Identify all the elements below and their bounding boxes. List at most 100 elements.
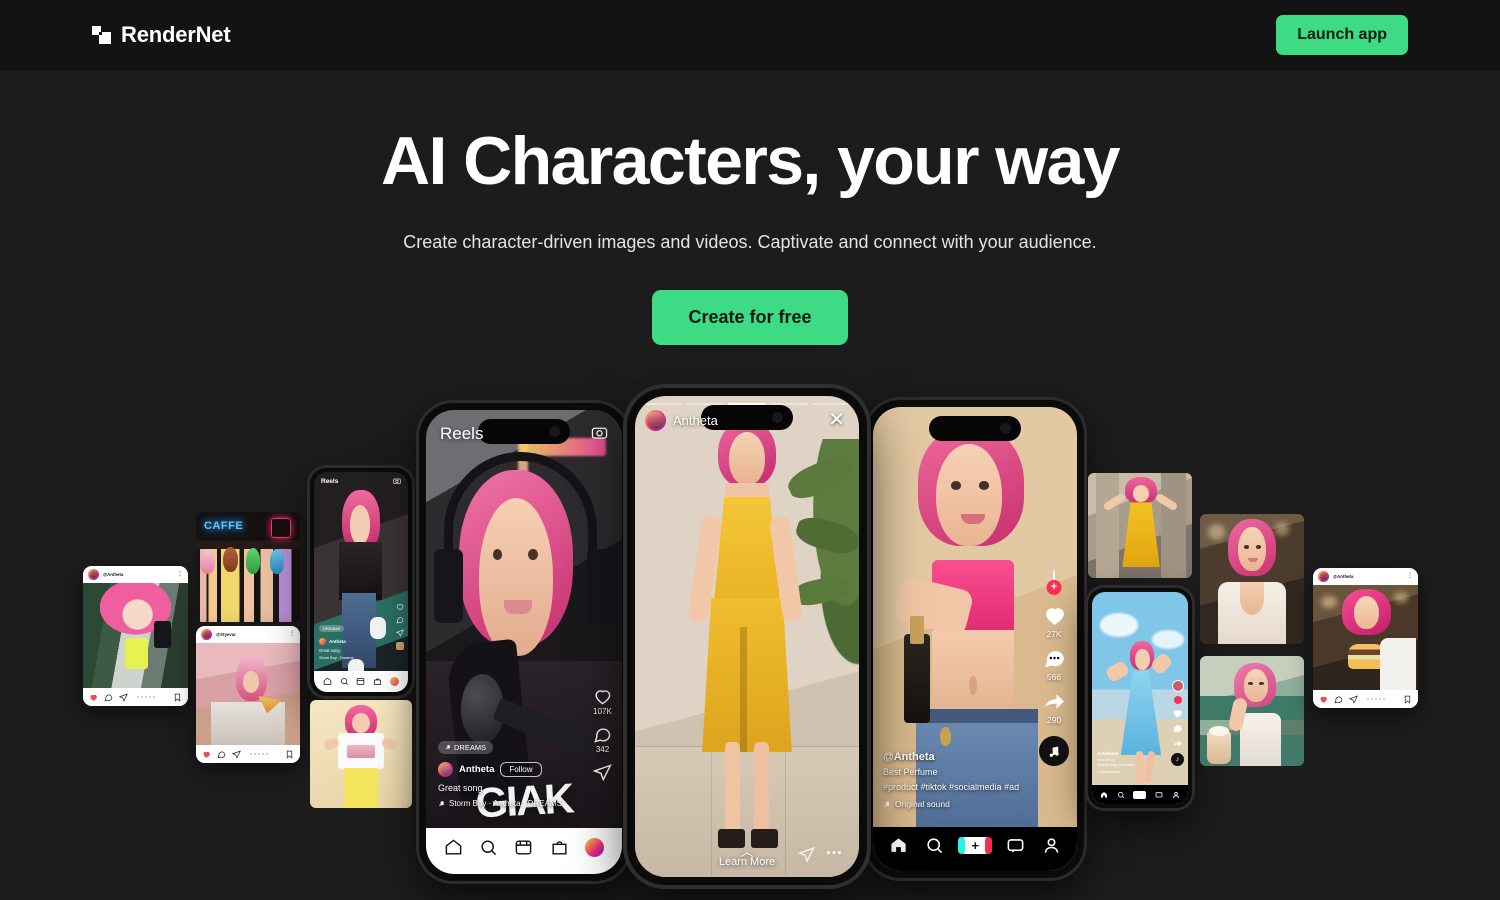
tiktok-phone[interactable]: + 27K 566 290 @Antheta Best Perfume #pro…: [866, 400, 1084, 878]
share-action[interactable]: 290: [1042, 689, 1067, 725]
comment-icon[interactable]: [396, 616, 404, 624]
heart-icon[interactable]: [593, 687, 612, 706]
instagram-bottom-nav[interactable]: [426, 828, 622, 874]
tiktok-bottom-nav[interactable]: +: [873, 827, 1077, 871]
instagram-post-card[interactable]: @Antheta ⋮: [83, 566, 188, 706]
create-for-free-button[interactable]: Create for free: [652, 290, 848, 346]
tiktok-note-icon[interactable]: [1039, 736, 1069, 766]
tiktok-sound[interactable]: Original sound: [883, 799, 1019, 809]
add-icon[interactable]: +: [957, 836, 992, 854]
tiktok-mini-phone[interactable]: ♪ @Antheta Best Song #dance #fyp #summer…: [1088, 588, 1192, 808]
profile-icon[interactable]: [1042, 836, 1061, 855]
search-icon[interactable]: [925, 836, 944, 855]
home-icon[interactable]: [323, 677, 332, 686]
heart-icon[interactable]: [202, 750, 211, 759]
instagram-post-card[interactable]: @Antheta ⋮: [1313, 568, 1418, 708]
paper-plane-icon[interactable]: [396, 629, 404, 637]
add-icon[interactable]: [1133, 790, 1147, 799]
phone-screen: + 27K 566 290 @Antheta Best Perfume #pro…: [873, 407, 1077, 871]
ellipsis-icon[interactable]: ⋮: [1407, 573, 1413, 579]
comment-action[interactable]: 342: [593, 725, 612, 754]
reels-audio-tag[interactable]: DREAMS: [438, 740, 494, 754]
story-header[interactable]: Antheta: [645, 410, 718, 431]
plus-icon[interactable]: [1173, 696, 1182, 704]
inbox-icon[interactable]: [1006, 836, 1025, 855]
paper-plane-icon[interactable]: [1349, 694, 1358, 704]
search-icon[interactable]: [479, 838, 498, 857]
photo-card[interactable]: [1200, 514, 1304, 644]
home-icon[interactable]: [444, 838, 463, 857]
paper-plane-icon[interactable]: [593, 763, 612, 782]
instagram-bottom-nav[interactable]: [314, 671, 408, 692]
search-icon[interactable]: [340, 677, 349, 686]
creator-avatar[interactable]: +: [1046, 569, 1062, 595]
reels-phone[interactable]: GIAK Reels 107K 342 DREAMS Antheta Follo…: [419, 403, 629, 881]
instagram-post-card[interactable]: @Styevar ⋮: [196, 626, 300, 763]
reels-icon[interactable]: [514, 838, 533, 857]
comment-action[interactable]: 566: [1042, 646, 1067, 682]
comment-icon[interactable]: [593, 725, 612, 744]
phone-screen: GIAK Reels 107K 342 DREAMS Antheta Follo…: [426, 410, 622, 874]
heart-icon[interactable]: [1042, 603, 1067, 628]
profile-icon[interactable]: [584, 837, 604, 857]
camera-icon[interactable]: [591, 424, 608, 441]
reels-mini-phone[interactable]: Reels DREAMS Antheta Great song Storm Bo…: [310, 468, 412, 696]
shop-icon[interactable]: [373, 677, 382, 686]
brand-logo[interactable]: RenderNet: [92, 22, 231, 48]
photo-card[interactable]: [1088, 473, 1192, 578]
learn-more-button[interactable]: ︿ Learn More: [719, 845, 775, 868]
share-arrow-icon[interactable]: [1042, 689, 1067, 714]
instagram-story-phone[interactable]: Antheta ✕ ︿ Learn More •••: [627, 388, 867, 885]
heart-icon[interactable]: [1172, 708, 1183, 719]
avatar: [645, 410, 666, 431]
share-action[interactable]: [593, 763, 612, 782]
camera-icon[interactable]: [393, 477, 401, 485]
ellipsis-icon[interactable]: ⋮: [177, 571, 183, 577]
post-username: @Antheta: [103, 572, 124, 577]
heart-icon[interactable]: [396, 603, 404, 611]
profile-icon[interactable]: [1172, 791, 1180, 799]
paper-plane-icon[interactable]: [119, 692, 128, 702]
comment-icon[interactable]: [1172, 723, 1183, 734]
paper-plane-icon[interactable]: [232, 749, 241, 759]
comment-icon[interactable]: [217, 750, 226, 759]
launch-app-button[interactable]: Launch app: [1276, 15, 1408, 55]
photo-card[interactable]: [310, 700, 412, 808]
audio-thumb-icon[interactable]: [396, 642, 404, 650]
tiktok-note-icon[interactable]: ♪: [1171, 753, 1184, 766]
reels-mini-title: Reels: [321, 478, 339, 485]
comment-icon[interactable]: [1334, 695, 1343, 704]
creator-avatar[interactable]: [1171, 680, 1184, 692]
inbox-icon[interactable]: [1155, 791, 1163, 799]
comment-icon[interactable]: [1042, 646, 1067, 671]
post-header: @Styevar ⋮: [196, 626, 300, 643]
share-arrow-icon[interactable]: [1172, 738, 1183, 749]
plus-icon[interactable]: +: [1046, 580, 1062, 595]
tiktok-hashtags[interactable]: #product #tiktok #socialmedia #ad: [883, 781, 1019, 793]
comment-icon[interactable]: [104, 693, 113, 702]
bookmark-icon[interactable]: [1403, 695, 1412, 704]
like-action[interactable]: 27K: [1042, 603, 1067, 639]
profile-icon[interactable]: [390, 677, 400, 686]
shop-icon[interactable]: [550, 838, 569, 857]
story-username: Antheta: [673, 413, 718, 428]
photo-card[interactable]: CAFFE: [196, 512, 300, 622]
story-progress-bars: [644, 403, 850, 405]
tiktok-bottom-nav[interactable]: [1092, 785, 1188, 804]
heart-icon[interactable]: [1319, 695, 1328, 704]
follow-button[interactable]: Follow: [500, 762, 542, 777]
ellipsis-icon[interactable]: ⋮: [289, 631, 295, 637]
like-action[interactable]: 107K: [593, 687, 612, 716]
home-icon[interactable]: [1100, 791, 1108, 799]
search-icon[interactable]: [1117, 791, 1125, 799]
bookmark-icon[interactable]: [285, 750, 294, 759]
avatar: [1318, 571, 1329, 582]
close-icon[interactable]: ✕: [828, 410, 845, 430]
phone-screen: Reels DREAMS Antheta Great song Storm Bo…: [314, 472, 408, 692]
home-icon[interactable]: [889, 836, 908, 855]
reels-icon[interactable]: [356, 677, 365, 686]
bookmark-icon[interactable]: [173, 693, 182, 702]
reels-song[interactable]: Storm Boy · Antheta · DREAMS: [438, 799, 562, 808]
photo-card[interactable]: [1200, 656, 1304, 766]
heart-icon[interactable]: [89, 693, 98, 702]
